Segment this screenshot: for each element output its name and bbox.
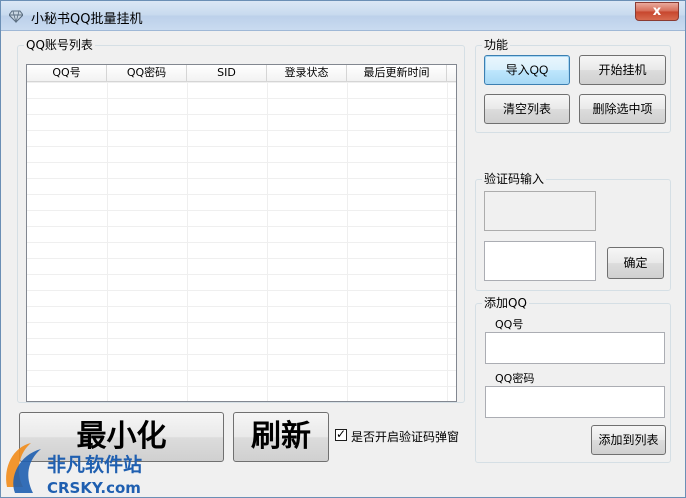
grid-line <box>187 82 188 401</box>
captcha-popup-label: 是否开启验证码弹窗 <box>351 430 460 444</box>
column-qq-password[interactable]: QQ密码 <box>107 65 187 82</box>
grid-line <box>107 82 108 401</box>
column-login-status[interactable]: 登录状态 <box>267 65 347 82</box>
close-button[interactable]: x <box>635 2 679 21</box>
watermark-text-en: CRSKY.com <box>47 479 141 497</box>
start-hangup-button[interactable]: 开始挂机 <box>579 55 666 85</box>
qq-number-label: QQ号 <box>495 318 524 331</box>
title-bar[interactable]: 小秘书QQ批量挂机 x <box>1 1 685 31</box>
confirm-captcha-button[interactable]: 确定 <box>607 247 664 279</box>
column-last-update-time[interactable]: 最后更新时间 <box>347 65 447 82</box>
captcha-input[interactable] <box>484 241 596 281</box>
delete-selected-button[interactable]: 删除选中项 <box>579 94 666 124</box>
watermark-logo: 非凡软件站 CRSKY.com <box>1 437 171 498</box>
window-title: 小秘书QQ批量挂机 <box>31 12 143 27</box>
clear-list-button[interactable]: 清空列表 <box>484 94 570 124</box>
account-list-view[interactable]: QQ号 QQ密码 SID 登录状态 最后更新时间 <box>26 64 457 402</box>
grid-line <box>267 82 268 401</box>
qq-password-input[interactable] <box>485 386 665 418</box>
captcha-popup-checkbox[interactable]: ✓ <box>335 427 347 441</box>
watermark-text-cn: 非凡软件站 <box>47 453 142 476</box>
account-list-group: QQ账号列表 QQ号 QQ密码 SID 登录状态 最后更新时间 <box>17 38 465 403</box>
refresh-button[interactable]: 刷新 <box>233 412 329 462</box>
main-window: 小秘书QQ批量挂机 x QQ账号列表 QQ号 QQ密码 SID 登录状态 最后更… <box>0 0 686 498</box>
column-sid[interactable]: SID <box>187 65 267 82</box>
qq-number-input[interactable] <box>485 332 665 364</box>
account-list-body[interactable] <box>27 82 456 401</box>
grid-line <box>447 82 448 401</box>
captcha-group-title: 验证码输入 <box>482 172 547 186</box>
diamond-app-icon <box>9 10 23 23</box>
add-to-list-button[interactable]: 添加到列表 <box>591 425 666 455</box>
import-qq-button[interactable]: 导入QQ <box>484 55 570 85</box>
account-list-header: QQ号 QQ密码 SID 登录状态 最后更新时间 <box>27 65 456 82</box>
watermark-swoosh-icon: 非凡软件站 CRSKY.com <box>6 443 142 497</box>
account-list-group-title: QQ账号列表 <box>24 38 95 52</box>
column-qq-number[interactable]: QQ号 <box>27 65 107 82</box>
check-icon: ✓ <box>336 427 347 441</box>
function-group-title: 功能 <box>482 38 511 52</box>
qq-password-label: QQ密码 <box>495 372 535 385</box>
captcha-image-box <box>484 191 596 231</box>
close-icon: x <box>652 4 662 19</box>
grid-line <box>347 82 348 401</box>
add-qq-group-title: 添加QQ <box>482 296 529 310</box>
